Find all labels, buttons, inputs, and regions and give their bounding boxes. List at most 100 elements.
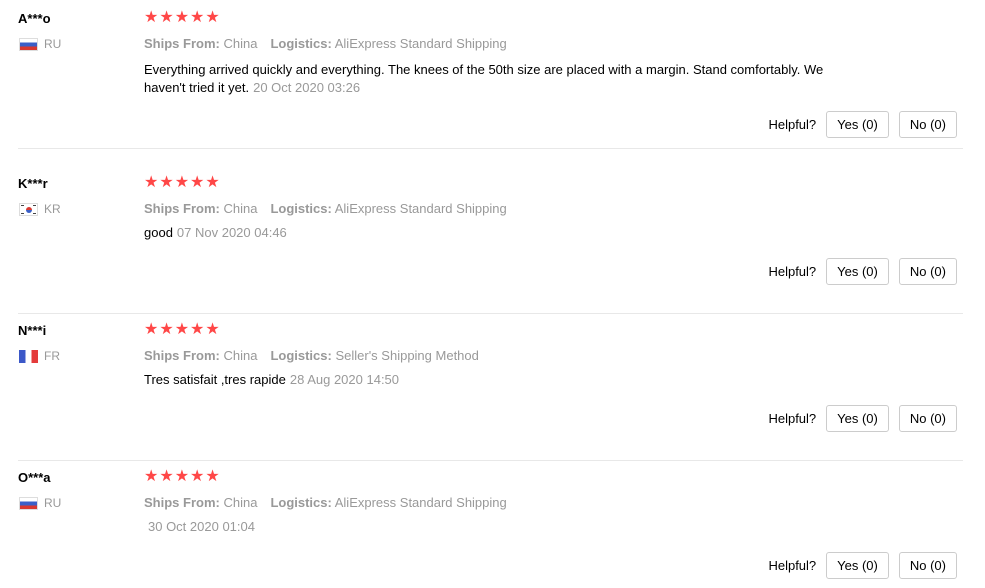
review-item: O***a RU ★ ★ ★ ★ ★ Ships From: China Log… (0, 459, 985, 588)
yes-button[interactable]: Yes (0) (826, 405, 889, 432)
user-name: N***i (18, 323, 47, 338)
review-item: A***o RU ★ ★ ★ ★ ★ Ships From: China Log… (0, 0, 985, 149)
helpful-label: Helpful? (768, 264, 817, 279)
shipping-meta: Ships From: China Logistics: Seller's Sh… (144, 348, 479, 363)
star-icon: ★ (144, 174, 159, 191)
review-date: 07 Nov 2020 04:46 (176, 225, 287, 240)
user-name: A***o (18, 11, 51, 26)
logistics: Logistics: AliExpress Standard Shipping (270, 36, 506, 51)
logistics: Logistics: Seller's Shipping Method (270, 348, 478, 363)
review-date: 20 Oct 2020 03:26 (253, 80, 361, 95)
south-korea-flag-icon (19, 202, 38, 216)
country-code: RU (44, 37, 62, 51)
helpful-label: Helpful? (768, 411, 817, 426)
logistics-value: AliExpress Standard Shipping (334, 495, 507, 510)
logistics: Logistics: AliExpress Standard Shipping (270, 495, 506, 510)
no-button[interactable]: No (0) (898, 111, 957, 138)
shipping-meta: Ships From: China Logistics: AliExpress … (144, 495, 507, 510)
user-country: RU (19, 496, 61, 510)
star-icon: ★ (174, 9, 190, 26)
user-name: O***a (18, 470, 51, 485)
star-icon: ★ (159, 9, 174, 26)
user-country: RU (19, 37, 61, 51)
logistics-value: Seller's Shipping Method (335, 348, 479, 363)
star-icon: ★ (174, 174, 190, 191)
helpful-vote: Helpful? Yes (0) No (0) (768, 405, 957, 432)
country-code: KR (44, 202, 61, 216)
review-item: K***r KR ★ ★ ★ ★ ★ Ships From: China Log… (0, 165, 985, 314)
star-icon: ★ (174, 321, 190, 338)
review-list: A***o RU ★ ★ ★ ★ ★ Ships From: China Log… (0, 0, 985, 588)
star-icon: ★ (144, 468, 159, 485)
no-button[interactable]: No (0) (898, 405, 957, 432)
logistics-label: Logistics: (270, 36, 332, 51)
star-icon: ★ (144, 9, 159, 26)
logistics-label: Logistics: (270, 348, 332, 363)
yes-button[interactable]: Yes (0) (826, 552, 889, 579)
ships-from-label: Ships From: (144, 495, 220, 510)
helpful-vote: Helpful? Yes (0) No (0) (768, 552, 957, 579)
review-text: Tres satisfait ,tres rapide (144, 372, 286, 387)
user-country: FR (19, 349, 60, 363)
ships-from-value: China (223, 495, 258, 510)
user-name: K***r (18, 176, 48, 191)
logistics-label: Logistics: (270, 495, 332, 510)
no-button[interactable]: No (0) (898, 552, 957, 579)
logistics-label: Logistics: (270, 201, 332, 216)
star-icon: ★ (159, 321, 174, 338)
star-rating: ★ ★ ★ ★ ★ (144, 469, 220, 485)
star-icon: ★ (190, 321, 205, 338)
yes-button[interactable]: Yes (0) (826, 258, 889, 285)
review-content: Everything arrived quickly and everythin… (144, 61, 864, 97)
review-content: 30 Oct 2020 01:04 (144, 518, 864, 536)
review-item: N***i FR ★ ★ ★ ★ ★ Ships From: China Log… (0, 312, 985, 461)
ships-from-label: Ships From: (144, 36, 220, 51)
star-rating: ★ ★ ★ ★ ★ (144, 322, 220, 338)
ships-from-value: China (223, 36, 258, 51)
user-country: KR (19, 202, 61, 216)
helpful-vote: Helpful? Yes (0) No (0) (768, 111, 957, 138)
star-icon: ★ (159, 174, 174, 191)
star-icon: ★ (159, 468, 174, 485)
star-icon: ★ (190, 9, 205, 26)
russia-flag-icon (19, 496, 38, 510)
star-icon: ★ (174, 468, 190, 485)
shipping-meta: Ships From: China Logistics: AliExpress … (144, 201, 507, 216)
helpful-label: Helpful? (768, 558, 817, 573)
logistics-value: AliExpress Standard Shipping (334, 36, 507, 51)
star-icon: ★ (205, 321, 220, 338)
country-code: FR (44, 349, 60, 363)
star-icon: ★ (205, 468, 220, 485)
ships-from-value: China (223, 201, 258, 216)
star-icon: ★ (190, 468, 205, 485)
star-rating: ★ ★ ★ ★ ★ (144, 175, 220, 191)
star-icon: ★ (190, 174, 205, 191)
ships-from: Ships From: China (144, 348, 257, 363)
no-button[interactable]: No (0) (898, 258, 957, 285)
review-date: 28 Aug 2020 14:50 (289, 372, 400, 387)
helpful-vote: Helpful? Yes (0) No (0) (768, 258, 957, 285)
star-icon: ★ (205, 174, 220, 191)
star-icon: ★ (205, 9, 220, 26)
star-icon: ★ (144, 321, 159, 338)
france-flag-icon (19, 349, 38, 363)
ships-from: Ships From: China (144, 495, 257, 510)
review-content: good 07 Nov 2020 04:46 (144, 224, 864, 242)
ships-from: Ships From: China (144, 36, 257, 51)
star-rating: ★ ★ ★ ★ ★ (144, 10, 220, 26)
ships-from: Ships From: China (144, 201, 257, 216)
russia-flag-icon (19, 37, 38, 51)
logistics: Logistics: AliExpress Standard Shipping (270, 201, 506, 216)
country-code: RU (44, 496, 62, 510)
review-text: Everything arrived quickly and everythin… (144, 62, 824, 95)
ships-from-label: Ships From: (144, 348, 220, 363)
ships-from-value: China (223, 348, 258, 363)
shipping-meta: Ships From: China Logistics: AliExpress … (144, 36, 507, 51)
review-content: Tres satisfait ,tres rapide 28 Aug 2020 1… (144, 371, 864, 389)
yes-button[interactable]: Yes (0) (826, 111, 889, 138)
ships-from-label: Ships From: (144, 201, 220, 216)
helpful-label: Helpful? (768, 117, 817, 132)
review-date: 30 Oct 2020 01:04 (148, 519, 255, 534)
review-text: good (144, 225, 173, 240)
logistics-value: AliExpress Standard Shipping (334, 201, 507, 216)
